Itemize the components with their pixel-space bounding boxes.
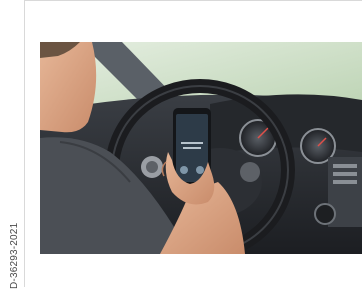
figure-code: D-36293-2021 — [9, 222, 20, 289]
car-phone-photo — [40, 42, 362, 254]
